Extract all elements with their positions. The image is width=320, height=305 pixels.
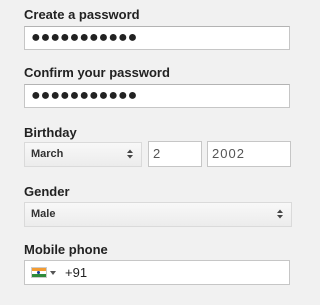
gender-value: Male bbox=[31, 208, 56, 220]
password-field-group: Create a password ●●●●●●●●●●● bbox=[24, 7, 294, 50]
birthday-day-input[interactable]: 2 bbox=[148, 141, 202, 167]
confirm-password-field-group: Confirm your password ●●●●●●●●●●● bbox=[24, 65, 294, 108]
mobile-phone-field-group: Mobile phone +91 bbox=[24, 242, 294, 285]
gender-field-group: Gender Male bbox=[24, 184, 294, 227]
gender-select[interactable]: Male bbox=[24, 202, 292, 227]
birthday-month-value: March bbox=[31, 148, 64, 160]
birthday-day-value: 2 bbox=[153, 146, 161, 161]
birthday-month-select[interactable]: March bbox=[24, 142, 142, 167]
password-label: Create a password bbox=[24, 7, 140, 22]
confirm-password-value: ●●●●●●●●●●● bbox=[31, 87, 138, 104]
select-arrows-icon bbox=[277, 209, 283, 219]
chevron-down-icon bbox=[50, 271, 56, 275]
dial-code: +91 bbox=[65, 265, 88, 280]
india-flag-icon bbox=[31, 267, 47, 278]
password-value: ●●●●●●●●●●● bbox=[31, 29, 138, 46]
country-code-dropdown[interactable] bbox=[31, 266, 57, 280]
birthday-field-group: Birthday March 2 2002 bbox=[24, 125, 294, 167]
mobile-phone-input[interactable]: +91 bbox=[24, 260, 290, 285]
confirm-password-label: Confirm your password bbox=[24, 65, 170, 80]
select-arrows-icon bbox=[127, 149, 133, 159]
birthday-year-input[interactable]: 2002 bbox=[207, 141, 291, 167]
confirm-password-input[interactable]: ●●●●●●●●●●● bbox=[24, 84, 290, 108]
gender-label: Gender bbox=[24, 184, 70, 199]
mobile-phone-label: Mobile phone bbox=[24, 242, 108, 257]
birthday-label: Birthday bbox=[24, 125, 77, 140]
password-input[interactable]: ●●●●●●●●●●● bbox=[24, 26, 290, 50]
birthday-year-value: 2002 bbox=[212, 146, 245, 161]
